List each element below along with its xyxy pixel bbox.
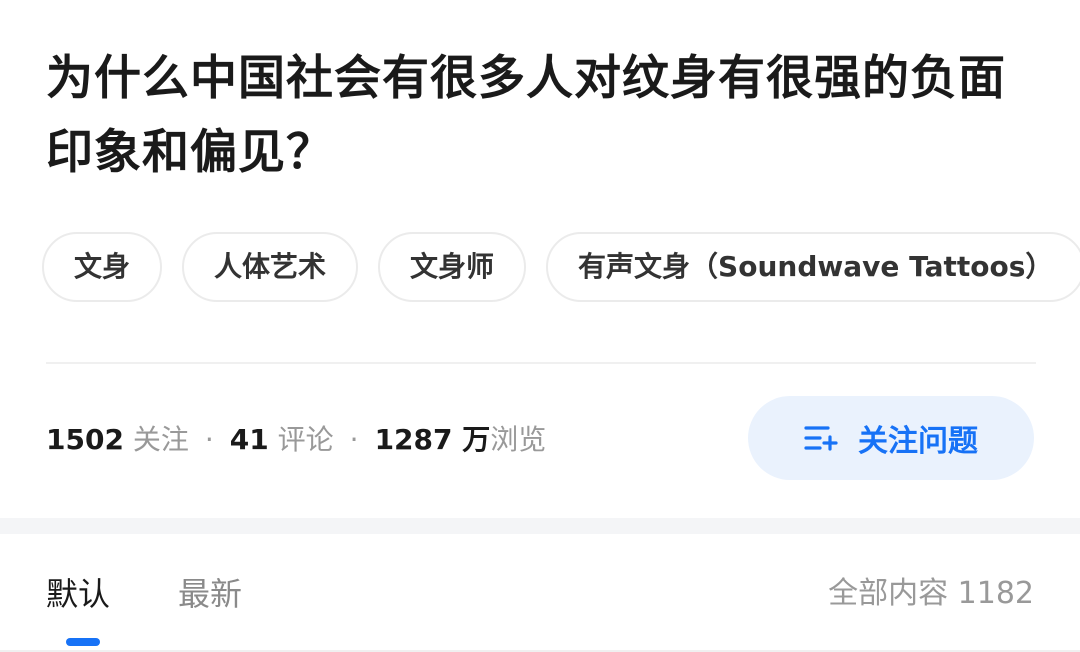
views-label: 浏览: [490, 423, 547, 456]
active-tab-indicator: [66, 638, 100, 646]
question-title: 为什么中国社会有很多人对纹身有很强的负面印象和偏见？: [46, 51, 1006, 180]
separator-dot: ·: [204, 423, 214, 456]
followers-count: 1502: [46, 423, 124, 456]
tag-body-art[interactable]: 人体艺术: [182, 232, 359, 302]
section-separator: [0, 518, 1080, 534]
tab-default[interactable]: 默认: [46, 570, 110, 618]
sort-tabs: 默认 最新: [46, 570, 310, 618]
follow-question-button[interactable]: 关注问题: [748, 396, 1034, 480]
tag-soundwave-tattoos[interactable]: 有声文身（Soundwave Tattoos）: [546, 232, 1080, 302]
list-add-icon: [804, 426, 838, 451]
tag-wenshen[interactable]: 文身: [42, 232, 163, 302]
comments-count[interactable]: 41: [230, 423, 269, 456]
comments-label[interactable]: 评论: [278, 423, 334, 456]
tag-tattoo-artist[interactable]: 文身师: [378, 232, 527, 302]
tab-latest[interactable]: 最新: [178, 570, 242, 618]
follow-question-label: 关注问题: [858, 424, 978, 459]
views-count: 1287 万: [374, 423, 491, 456]
separator-dot: ·: [349, 423, 359, 456]
answers-total-count: 全部内容 1182: [828, 576, 1034, 611]
divider: [46, 362, 1036, 364]
topic-tags: 文身 人体艺术 文身师 有声文身（Soundwave Tattoos）: [42, 232, 1080, 302]
followers-label: 关注: [132, 423, 189, 456]
question-stats: 1502 关注 · 41 评论 · 1287 万浏览: [46, 418, 546, 462]
